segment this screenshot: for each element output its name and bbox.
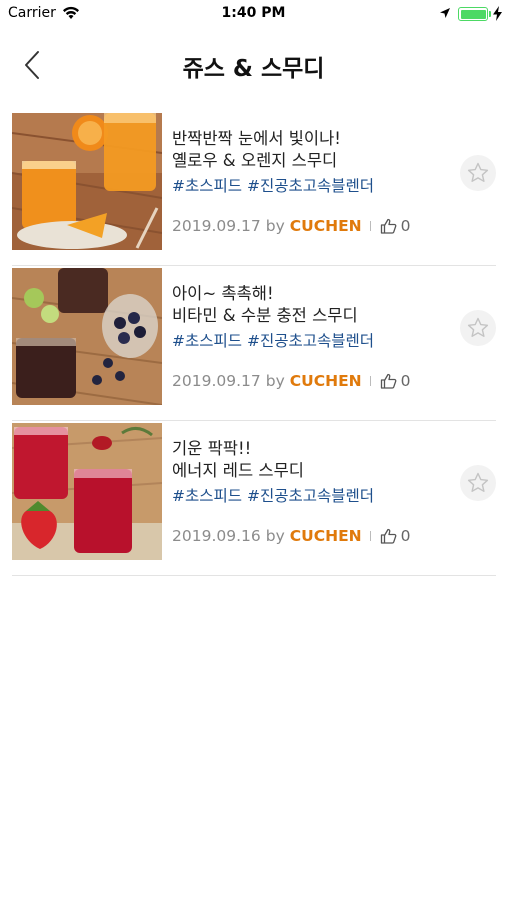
favorite-button[interactable] (460, 155, 496, 191)
berry-smoothie-photo (12, 268, 162, 405)
recipe-tags[interactable]: #초스피드 #진공초고속블렌더 (172, 174, 374, 196)
meta-divider (369, 376, 371, 386)
meta-divider (369, 221, 371, 231)
by-label: by (265, 217, 285, 235)
recipe-title: 반짝반짝 눈에서 빛이나! 옐로우 & 오렌지 스무디 (172, 128, 452, 172)
battery-icon (458, 7, 488, 21)
battery-tip (489, 11, 491, 17)
recipe-tags[interactable]: #초스피드 #진공초고속블렌더 (172, 484, 374, 506)
recipe-thumbnail (12, 423, 162, 560)
by-label: by (265, 527, 285, 545)
recipe-title-line1: 기운 팍팍!! (172, 439, 252, 458)
thumbs-up-icon (380, 373, 397, 389)
page-title: 쥬스 & 스무디 (182, 56, 325, 82)
red-smoothie-photo (12, 423, 162, 560)
clock: 1:40 PM (221, 5, 286, 21)
recipe-date: 2019.09.17 (172, 372, 261, 390)
recipe-meta: 2019.09.17 by CUCHEN 0 (172, 217, 411, 235)
recipe-title-line2: 에너지 레드 스무디 (172, 461, 304, 480)
recipe-title-line1: 아이~ 촉촉해! (172, 284, 274, 303)
recipe-author: CUCHEN (289, 527, 362, 545)
star-icon (467, 162, 489, 182)
location-arrow-icon (440, 8, 450, 18)
recipe-author: CUCHEN (289, 217, 362, 235)
thumbs-up-icon (380, 218, 397, 234)
meta-divider (369, 531, 371, 541)
recipe-author: CUCHEN (289, 372, 362, 390)
recipe-thumbnail (12, 113, 162, 250)
recipe-tags[interactable]: #초스피드 #진공초고속블렌더 (172, 329, 374, 351)
status-bar: Carrier 1:40 PM (0, 0, 507, 28)
charging-bolt-icon (493, 6, 502, 21)
favorite-button[interactable] (460, 465, 496, 501)
nav-bar: 쥬스 & 스무디 (0, 28, 507, 102)
recipe-item[interactable]: 기운 팍팍!! 에너지 레드 스무디 #초스피드 #진공초고속블렌더 2019.… (12, 421, 496, 576)
recipe-title-line1: 반짝반짝 눈에서 빛이나! (172, 129, 341, 148)
recipe-title-line2: 비타민 & 수분 충전 스무디 (172, 306, 358, 325)
recipe-item[interactable]: 아이~ 촉촉해! 비타민 & 수분 충전 스무디 #초스피드 #진공초고속블렌더… (12, 266, 496, 421)
recipe-title: 기운 팍팍!! 에너지 레드 스무디 (172, 438, 452, 482)
recipe-meta: 2019.09.17 by CUCHEN 0 (172, 372, 411, 390)
thumbs-up-icon (380, 528, 397, 544)
favorite-button[interactable] (460, 310, 496, 346)
like-count: 0 (400, 217, 411, 235)
recipe-title: 아이~ 촉촉해! 비타민 & 수분 충전 스무디 (172, 283, 452, 327)
recipe-title-line2: 옐로우 & 오렌지 스무디 (172, 151, 338, 170)
recipe-item[interactable]: 반짝반짝 눈에서 빛이나! 옐로우 & 오렌지 스무디 #초스피드 #진공초고속… (12, 111, 496, 266)
like-count: 0 (400, 527, 411, 545)
star-icon (467, 472, 489, 492)
recipe-list: 반짝반짝 눈에서 빛이나! 옐로우 & 오렌지 스무디 #초스피드 #진공초고속… (12, 111, 496, 576)
orange-smoothie-photo (12, 113, 162, 250)
by-label: by (265, 372, 285, 390)
like-count: 0 (400, 372, 411, 390)
recipe-date: 2019.09.17 (172, 217, 261, 235)
recipe-date: 2019.09.16 (172, 527, 261, 545)
recipe-meta: 2019.09.16 by CUCHEN 0 (172, 527, 411, 545)
recipe-thumbnail (12, 268, 162, 405)
star-icon (467, 317, 489, 337)
